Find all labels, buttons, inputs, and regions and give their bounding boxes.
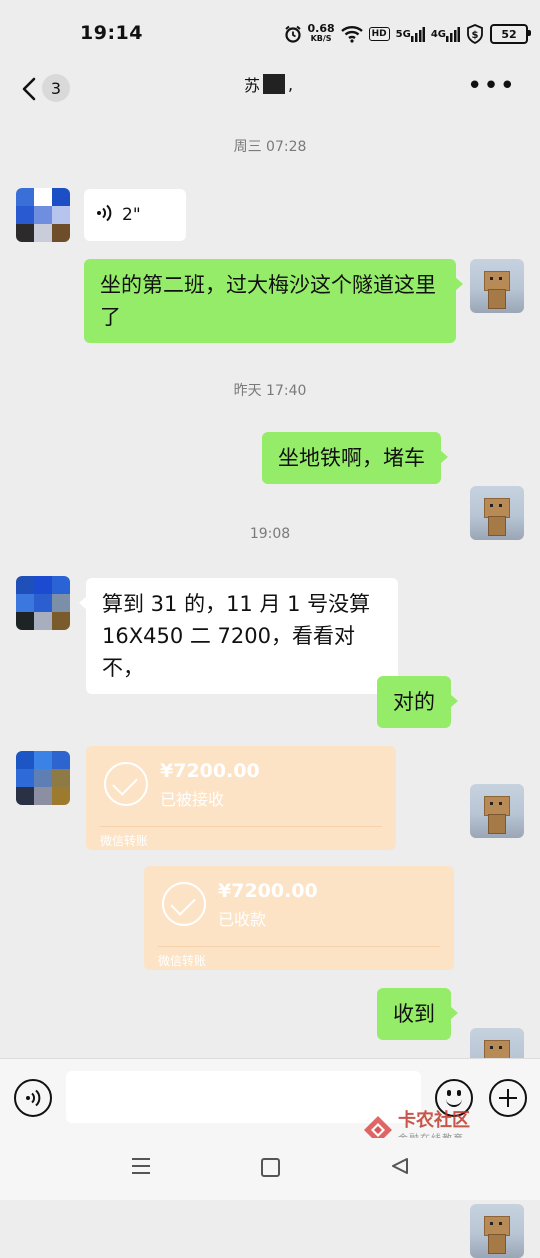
signal-4g-label: 4G xyxy=(430,28,446,40)
status-time: 19:14 xyxy=(80,22,143,44)
avatar-eye xyxy=(499,802,502,805)
avatar-eye xyxy=(490,504,493,507)
incoming-message-bubble[interactable]: 算到 31 的，11 月 1 号没算 16X450 二 7200，看看对不， xyxy=(79,578,398,694)
avatar-eye xyxy=(499,1046,502,1049)
emoji-mouth xyxy=(446,1097,462,1107)
avatar-eye xyxy=(499,277,502,280)
back-button[interactable] xyxy=(18,73,42,105)
timestamp: 周三 07:28 xyxy=(233,139,307,155)
contact-avatar[interactable] xyxy=(16,751,70,805)
voice-message-bubble[interactable]: 2" xyxy=(84,189,186,241)
emoji-eye xyxy=(457,1090,461,1096)
avatar-robot-body xyxy=(488,814,506,834)
avatar-robot-head xyxy=(484,271,510,291)
signal-4g-icon: 4G xyxy=(431,26,460,42)
outgoing-message-bubble[interactable]: 坐地铁啊，堵车 xyxy=(262,432,448,484)
avatar-robot-head xyxy=(484,1216,510,1236)
chat-title-prefix: 苏 xyxy=(244,76,261,95)
my-avatar[interactable] xyxy=(470,784,524,838)
signal-5g-label: 5G xyxy=(395,28,411,40)
svg-text:$: $ xyxy=(472,30,479,41)
chat-title: 苏 , xyxy=(244,72,293,96)
message-line: 算到 31 的，11 月 1 号没算 xyxy=(102,592,371,616)
home-button[interactable] xyxy=(261,1158,280,1177)
transfer-source: 微信转账 xyxy=(158,954,207,968)
mosaic-pixels xyxy=(16,751,70,805)
contact-avatar[interactable] xyxy=(16,576,70,630)
transfer-source: 微信转账 xyxy=(100,834,149,848)
avatar-robot-head xyxy=(484,498,510,518)
signal-5g-icon: 5G xyxy=(396,26,425,42)
net-speed: 0.68 KB/S xyxy=(307,22,335,44)
transfer-status: 已被接收 xyxy=(160,790,225,809)
wifi-icon xyxy=(340,25,363,43)
voice-input-button[interactable] xyxy=(14,1079,52,1117)
redacted-name-block xyxy=(263,74,286,94)
timestamp: 19:08 xyxy=(249,526,291,542)
avatar-eye xyxy=(490,802,493,805)
plus-icon xyxy=(506,1089,510,1107)
avatar-robot-head xyxy=(484,796,510,816)
divider xyxy=(100,826,382,827)
watermark-name: 卡农社区 xyxy=(398,1110,470,1131)
avatar-robot-head xyxy=(484,1040,510,1060)
outgoing-transfer-card[interactable]: ¥7200.00 已收款 微信转账 xyxy=(144,866,454,970)
avatar-robot-body xyxy=(488,289,506,309)
voice-wave-icon xyxy=(96,204,112,227)
transfer-status: 已收款 xyxy=(218,910,267,929)
chat-title-suffix: , xyxy=(288,74,294,94)
my-avatar[interactable] xyxy=(470,259,524,313)
divider xyxy=(158,946,440,947)
emoji-eye xyxy=(447,1090,451,1096)
avatar-eye xyxy=(490,1046,493,1049)
status-icons: 0.68 KB/S HD 5G 4G $ 52 xyxy=(284,20,531,48)
voice-wave-icon xyxy=(26,1089,41,1107)
chat-messages[interactable]: 周三 07:28 2" 坐的第二班，过大梅沙这个隧道这里了 昨天 17:40 坐… xyxy=(0,114,540,1258)
recent-apps-button[interactable] xyxy=(132,1158,150,1179)
net-speed-unit: KB/S xyxy=(310,34,332,43)
incoming-transfer-card[interactable]: ¥7200.00 已被接收 微信转账 xyxy=(86,746,396,850)
alarm-icon xyxy=(284,25,302,43)
check-circle-icon xyxy=(162,882,206,926)
mosaic-pixels xyxy=(16,188,70,242)
net-speed-value: 0.68 xyxy=(307,22,335,35)
battery-level: 52 xyxy=(501,27,517,41)
mosaic-pixels xyxy=(16,576,70,630)
transfer-amount: ¥7200.00 xyxy=(218,880,318,902)
avatar-eye xyxy=(499,1222,502,1225)
message-line: 16X450 二 7200，看看对不， xyxy=(102,624,355,680)
unread-count-badge[interactable]: 3 xyxy=(42,74,70,102)
chat-header: 3 苏 , ••• xyxy=(0,64,540,114)
more-options-button[interactable]: ••• xyxy=(467,73,516,99)
avatar-eye xyxy=(490,1222,493,1225)
hd-badge: HD xyxy=(368,27,390,41)
timestamp: 昨天 17:40 xyxy=(233,383,307,399)
outgoing-message-bubble[interactable]: 收到 xyxy=(377,988,458,1040)
system-navigation-bar xyxy=(0,1138,540,1200)
outgoing-message-bubble[interactable]: 对的 xyxy=(377,676,458,728)
my-avatar[interactable] xyxy=(470,1204,524,1258)
outgoing-message-bubble[interactable]: 坐的第二班，过大梅沙这个隧道这里了 xyxy=(84,259,463,343)
avatar-eye xyxy=(490,277,493,280)
shield-dollar-icon: $ xyxy=(466,24,484,44)
avatar-eye xyxy=(499,504,502,507)
transfer-amount: ¥7200.00 xyxy=(160,760,260,782)
voice-duration: 2" xyxy=(122,205,141,225)
check-circle-icon xyxy=(104,762,148,806)
avatar-robot-body xyxy=(488,1234,506,1254)
battery-icon: 52 xyxy=(490,24,531,44)
more-functions-button[interactable] xyxy=(489,1079,527,1117)
status-bar: 19:14 0.68 KB/S HD 5G 4G $ 52 xyxy=(0,0,540,64)
contact-avatar[interactable] xyxy=(16,188,70,242)
system-back-button[interactable] xyxy=(390,1156,410,1180)
